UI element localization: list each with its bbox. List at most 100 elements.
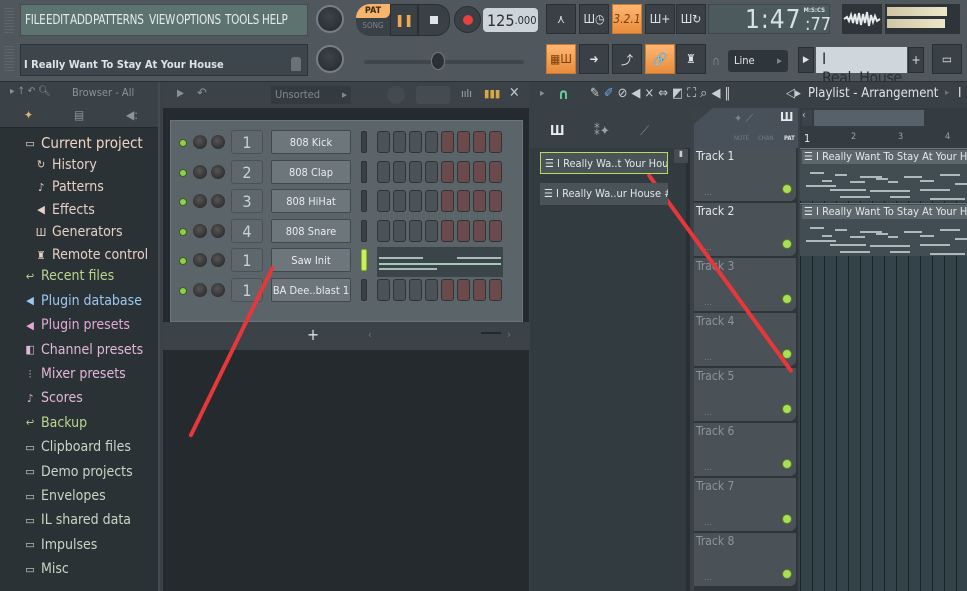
step-button[interactable] [377, 131, 390, 153]
track-enable-led[interactable] [782, 294, 792, 304]
browser-item[interactable]: ◀ Plugin presets [24, 317, 130, 333]
step-button[interactable] [489, 160, 502, 183]
step-button[interactable] [457, 278, 470, 301]
timeline-ruler[interactable]: ‹ 1 2 3 4 [800, 108, 967, 148]
countdown-button[interactable]: 3.2.1 [612, 4, 642, 34]
plugin-button[interactable]: ♜ [676, 44, 706, 74]
step-button[interactable] [425, 131, 438, 153]
browser-item[interactable]: ◧ Channel presets [24, 342, 143, 358]
drag-grip[interactable] [4, 8, 14, 34]
channel-name-button[interactable]: BA Dee..blast 1 [271, 277, 351, 302]
snap-select[interactable]: Line ▸ [728, 50, 788, 72]
piano-roll-button[interactable]: ⤴ [612, 44, 642, 74]
channel-name-button[interactable]: 808 HiHat [271, 189, 351, 213]
close-icon[interactable]: ✕ [509, 85, 520, 101]
step-button[interactable] [409, 131, 422, 153]
play-button[interactable]: ❚❚ [390, 4, 418, 36]
record-button[interactable] [454, 6, 481, 33]
step-button[interactable] [489, 131, 502, 153]
pattern-selector[interactable]: I Real..House [816, 47, 907, 87]
metronome-button[interactable]: ⋏ [546, 4, 576, 34]
rack-options-icon[interactable]: ▶ [177, 88, 184, 99]
step-button[interactable] [457, 219, 470, 242]
loop-record-button[interactable]: Ш↻ [676, 4, 706, 34]
channel-select[interactable] [361, 190, 367, 212]
pat-mode-label[interactable]: PAT [356, 4, 390, 18]
menu-options[interactable]: OPTIONS [176, 12, 221, 28]
browser-item[interactable]: ◀ Plugin database [24, 293, 142, 309]
horizontal-scrollbar[interactable] [814, 110, 924, 126]
browser-item[interactable]: ◀ Effects [35, 202, 95, 218]
step-button[interactable] [409, 219, 422, 242]
track-menu[interactable]: ... [704, 408, 712, 418]
note-label[interactable]: NOTE [734, 135, 749, 142]
pattern-item[interactable]: ☰ I Really Wa..t Your House [540, 152, 668, 174]
oscilloscope[interactable] [842, 4, 882, 34]
steps-display[interactable] [416, 86, 450, 104]
pan-knob[interactable] [193, 194, 207, 208]
track-enable-led[interactable] [782, 514, 792, 524]
pattern-clip[interactable]: ☰ I Really Want To Stay At Your House [800, 148, 967, 201]
pattern-clip[interactable]: ☰ I Really Want To Stay At Your House [800, 203, 967, 256]
channel-select[interactable] [361, 278, 367, 301]
step-button[interactable] [393, 278, 406, 301]
browser-title[interactable]: Browser - All [72, 86, 134, 99]
channel-select[interactable] [361, 249, 367, 271]
scroll-left-button[interactable]: ‹ [802, 110, 812, 126]
track-menu[interactable]: ... [704, 298, 712, 308]
step-button[interactable] [441, 219, 454, 242]
plug-icon[interactable]: ◀: [126, 108, 138, 122]
pan-knob[interactable] [193, 164, 207, 179]
master-pitch-knob[interactable] [316, 45, 344, 73]
mute-led[interactable] [179, 198, 187, 206]
audio-icon[interactable]: ✦ ⟋ [734, 112, 753, 126]
menu-add[interactable]: ADD [70, 12, 93, 28]
step-button[interactable] [457, 190, 470, 212]
mixer-track-number[interactable]: 1 [231, 248, 263, 272]
browser-item[interactable]: ▭ Clipboard files [24, 439, 131, 455]
volume-knob[interactable] [211, 135, 225, 149]
volume-knob[interactable] [211, 164, 225, 179]
mixer-track-number[interactable]: 4 [231, 218, 263, 243]
step-button[interactable] [473, 190, 486, 212]
master-pitch-slider[interactable] [364, 52, 524, 70]
browser-item[interactable]: ▭ IL shared data [24, 512, 131, 528]
step-button[interactable] [425, 278, 438, 301]
browser-item[interactable]: Ш Generators [35, 224, 123, 240]
step-button[interactable] [441, 278, 454, 301]
playlist-view-button[interactable]: ▦Ш [546, 44, 576, 74]
step-button[interactable] [489, 219, 502, 242]
step-button[interactable] [393, 160, 406, 183]
volume-knob[interactable] [211, 253, 225, 267]
step-button[interactable] [473, 131, 486, 153]
menu-edit[interactable]: EDIT [46, 12, 69, 28]
master-volume-knob[interactable] [316, 5, 344, 33]
mute-led[interactable] [179, 227, 187, 236]
next-button[interactable]: ➜ [579, 44, 609, 74]
channel-select[interactable] [361, 160, 367, 183]
sound-icon[interactable]: ✦ [24, 108, 33, 122]
track-enable-led[interactable] [782, 184, 792, 194]
track-menu[interactable]: ... [704, 188, 712, 198]
paint-icon[interactable]: ✐ [604, 86, 618, 101]
browser-item[interactable]: ⫶ Mixer presets [24, 366, 126, 382]
playlist-tools[interactable]: ✎✐⊘◀×⇔◩⛶⌕◀‖ [590, 86, 734, 101]
track-menu[interactable]: ... [704, 463, 712, 473]
playlist-options-icon[interactable]: ▸ [540, 88, 545, 99]
pan-knob[interactable] [193, 223, 207, 238]
automation-icon[interactable]: ⟋ [640, 124, 649, 139]
tempo-display[interactable]: 125.000 [483, 8, 538, 32]
step-button[interactable] [489, 190, 502, 212]
graph-icon[interactable]: ıılı [461, 87, 472, 100]
step-edit-button[interactable]: Ш+ [645, 4, 675, 34]
wait-input-button[interactable]: Ш◷ [579, 4, 609, 34]
track-header[interactable]: Track 3 ... [694, 258, 796, 311]
pan-knob[interactable] [193, 135, 207, 149]
scroll-left-icon[interactable]: ‹ [368, 328, 372, 341]
browser-nav-icons[interactable]: ▸ ↑ ↶ 🔍︎ [10, 86, 51, 97]
mute-led[interactable] [179, 139, 187, 147]
pan-knob[interactable] [193, 253, 207, 267]
channel-select[interactable] [361, 131, 367, 153]
swing-knob[interactable] [387, 86, 405, 104]
mixer-track-number[interactable]: 3 [231, 189, 263, 213]
